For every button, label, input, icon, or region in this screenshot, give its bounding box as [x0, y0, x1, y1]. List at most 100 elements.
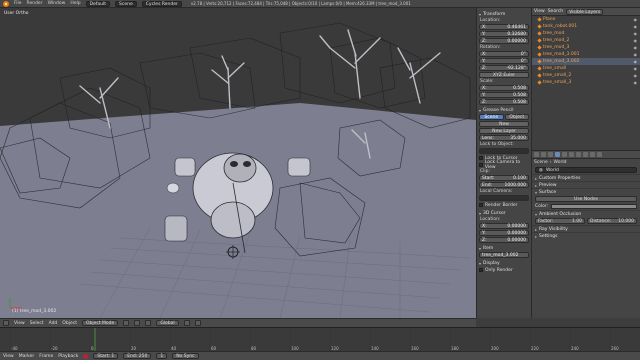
- lens-field[interactable]: Lens: 35.000: [479, 135, 529, 141]
- eye-icon[interactable]: ◉: [634, 52, 638, 57]
- cursor-z-field[interactable]: Z: 0.00000: [479, 237, 529, 243]
- world-tab-icon[interactable]: [555, 152, 560, 157]
- outliner-item[interactable]: tank_robot.001 ◉: [532, 23, 640, 30]
- end-frame-field[interactable]: End: 250: [123, 353, 152, 359]
- render-border-checkbox[interactable]: Render Border: [479, 202, 529, 208]
- tl-menu-marker[interactable]: Marker: [19, 354, 35, 359]
- outliner-item-selected[interactable]: tree_mod_3.002 ◉: [532, 58, 640, 65]
- lock-camera-checkbox[interactable]: Lock Camera to View: [479, 160, 529, 170]
- menu-file[interactable]: File: [14, 1, 22, 6]
- object-tab-icon[interactable]: [562, 152, 567, 157]
- display-header[interactable]: Display: [479, 260, 529, 266]
- texture-tab-icon[interactable]: [597, 152, 602, 157]
- modifiers-tab-icon[interactable]: [576, 152, 581, 157]
- scene-tab-icon[interactable]: [548, 152, 553, 157]
- constraints-tab-icon[interactable]: [569, 152, 574, 157]
- tl-menu-view[interactable]: View: [3, 354, 14, 359]
- eye-icon[interactable]: ◉: [634, 31, 638, 36]
- scale-x-field[interactable]: X: 0.508: [479, 85, 529, 91]
- cursor-x-field[interactable]: X: 0.00000: [479, 223, 529, 229]
- location-x-field[interactable]: X: 0.46461: [479, 24, 529, 30]
- outliner-item[interactable]: tree_mod ◉: [532, 30, 640, 37]
- timeline[interactable]: -40 -20 0 20 40 60 80 100 120 140 160 180 200 220 240 2…: [0, 327, 640, 351]
- item-header[interactable]: Item: [479, 245, 529, 251]
- render-tab-icon[interactable]: [534, 152, 539, 157]
- transform-header[interactable]: Transform: [479, 11, 529, 17]
- eye-icon[interactable]: ◉: [634, 38, 638, 43]
- tl-menu-frame[interactable]: Frame: [39, 354, 53, 359]
- ao-factor-field[interactable]: Factor: 1.00: [535, 218, 585, 224]
- gp-scene-button[interactable]: Scene: [479, 114, 504, 120]
- layers-tab-icon[interactable]: [541, 152, 546, 157]
- gp-object-button[interactable]: Object: [504, 114, 529, 120]
- data-tab-icon[interactable]: [583, 152, 588, 157]
- mode-select[interactable]: Object Mode: [81, 320, 119, 326]
- ray-visibility-panel[interactable]: Ray Visibility: [532, 225, 640, 232]
- tl-menu-playback[interactable]: Playback: [58, 354, 78, 359]
- clip-end-field[interactable]: End: 1000.000: [479, 182, 529, 188]
- outliner-item[interactable]: tree_mod_3.001 ◉: [532, 51, 640, 58]
- clip-start-field[interactable]: Start: 0.100: [479, 175, 529, 181]
- scale-y-field[interactable]: Y: 0.508: [479, 92, 529, 98]
- gp-new-button[interactable]: New: [479, 121, 529, 127]
- orientation-select[interactable]: Global: [156, 320, 179, 326]
- item-name-field[interactable]: tree_mod_3.002: [479, 252, 529, 258]
- surface-panel[interactable]: Surface: [532, 188, 640, 195]
- pivot-icon[interactable]: [134, 320, 141, 326]
- eye-icon[interactable]: ◉: [634, 24, 638, 29]
- lock-object-field[interactable]: [479, 148, 529, 154]
- eye-icon[interactable]: ◉: [634, 59, 638, 64]
- preview-panel[interactable]: Preview: [532, 181, 640, 188]
- shading-icon[interactable]: [123, 320, 130, 326]
- location-y-field[interactable]: Y: 0.32680: [479, 31, 529, 37]
- world-datablock-field[interactable]: ◍ World: [535, 167, 637, 173]
- outliner-search-menu[interactable]: Search: [548, 9, 563, 14]
- 3d-viewport[interactable]: User Ortho (1) tree_mod_3.002: [0, 8, 476, 318]
- scene-select[interactable]: Scene: [115, 0, 137, 7]
- outliner-item[interactable]: tree_small_2 ◉: [532, 72, 640, 79]
- menu-help[interactable]: Help: [70, 1, 80, 6]
- outliner-item[interactable]: tree_small_3 ◉: [532, 79, 640, 86]
- rotation-mode-select[interactable]: XYZ Euler: [479, 72, 529, 78]
- render-engine-select[interactable]: Cycles Render: [141, 0, 182, 7]
- local-camera-field[interactable]: [479, 195, 529, 201]
- start-frame-field[interactable]: Start: 1: [93, 353, 119, 359]
- ao-distance-field[interactable]: Distance: 10.000: [587, 218, 637, 224]
- screen-layout-select[interactable]: Default: [85, 0, 111, 7]
- 3d-cursor-header[interactable]: 3D Cursor: [479, 210, 529, 216]
- menu-render[interactable]: Render: [27, 1, 43, 6]
- only-render-checkbox[interactable]: Only Render: [479, 267, 529, 273]
- menu-window[interactable]: Window: [48, 1, 66, 6]
- outliner-view-menu[interactable]: View: [534, 9, 545, 14]
- outliner-filter-select[interactable]: Visible Layers: [566, 8, 604, 15]
- material-tab-icon[interactable]: [590, 152, 595, 157]
- eye-icon[interactable]: ◉: [634, 17, 638, 22]
- rotation-z-field[interactable]: Z: -92.128°: [479, 65, 529, 71]
- blender-logo-icon[interactable]: [3, 0, 9, 7]
- current-frame-field[interactable]: 1: [156, 353, 168, 359]
- record-icon[interactable]: [83, 353, 89, 359]
- ambient-occlusion-panel[interactable]: Ambient Occlusion: [532, 210, 640, 217]
- crumb-scene[interactable]: Scene: [534, 160, 548, 165]
- use-nodes-button[interactable]: Use Nodes: [535, 196, 637, 202]
- menu-object[interactable]: Object: [62, 321, 77, 326]
- snap-icon[interactable]: [194, 320, 201, 326]
- sync-select[interactable]: No Sync: [172, 353, 199, 359]
- editor-type-icon[interactable]: [3, 320, 9, 326]
- gp-new-layer-button[interactable]: New Layer: [479, 128, 529, 134]
- menu-select[interactable]: Select: [30, 321, 44, 326]
- outliner-item[interactable]: Plane ◉: [532, 16, 640, 23]
- layer-icon[interactable]: [183, 320, 190, 326]
- manipulator-icon[interactable]: [145, 320, 152, 326]
- crumb-world[interactable]: World: [554, 160, 567, 165]
- menu-add[interactable]: Add: [49, 321, 58, 326]
- cursor-y-field[interactable]: Y: 0.00000: [479, 230, 529, 236]
- rotation-x-field[interactable]: X: 0°: [479, 51, 529, 57]
- rotation-y-field[interactable]: Y: 0°: [479, 58, 529, 64]
- custom-properties-panel[interactable]: Custom Properties: [532, 174, 640, 181]
- outliner-item[interactable]: tree_mod_3 ◉: [532, 44, 640, 51]
- scale-z-field[interactable]: Z: 0.508: [479, 99, 529, 105]
- outliner-item[interactable]: tree_small ◉: [532, 65, 640, 72]
- location-z-field[interactable]: Z: 0.00000: [479, 38, 529, 44]
- outliner-item[interactable]: tree_mod_2 ◉: [532, 37, 640, 44]
